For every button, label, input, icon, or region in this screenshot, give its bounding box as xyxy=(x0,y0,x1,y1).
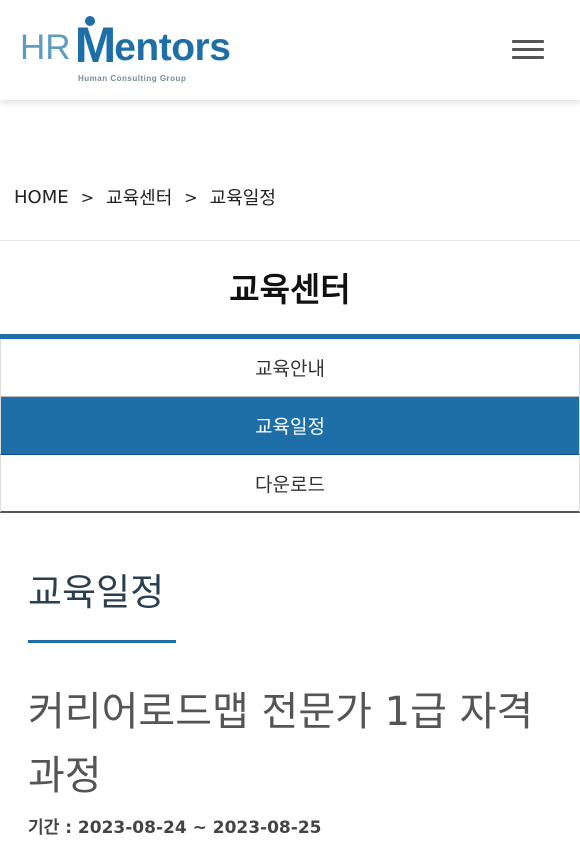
submenu: 교육안내 교육일정 다운로드 xyxy=(0,339,580,513)
logo-m-text: M xyxy=(74,17,117,73)
course-title: 커리어로드맵 전문가 1급 자격과정 xyxy=(28,689,534,799)
submenu-item-download[interactable]: 다운로드 xyxy=(0,455,580,513)
breadcrumb: HOME > 교육센터 > 교육일정 xyxy=(14,184,276,210)
logo-hr-text: HR xyxy=(20,28,71,67)
section-title: 교육센터 xyxy=(229,270,351,309)
page-heading: 교육일정 xyxy=(28,571,165,614)
logo-dot-icon xyxy=(84,16,95,26)
submenu-item-education-schedule[interactable]: 교육일정 xyxy=(0,397,580,455)
submenu-item-education-guide[interactable]: 교육안내 xyxy=(0,339,580,397)
course-period: 기간 : 2023-08-24 ~ 2023-08-25 xyxy=(28,818,322,838)
breadcrumb-separator: > xyxy=(184,187,198,207)
logo-rest-text: entors xyxy=(114,26,231,69)
logo-wordmark: HR M entors xyxy=(20,14,231,73)
site-header: HR M entors Human Consulting Group xyxy=(0,0,580,100)
breadcrumb-education-schedule[interactable]: 교육일정 xyxy=(210,184,276,210)
hr-mentors-logo[interactable]: HR M entors Human Consulting Group xyxy=(20,14,260,88)
logo-m-wrap: M xyxy=(74,16,117,73)
breadcrumb-home[interactable]: HOME xyxy=(14,187,69,208)
breadcrumb-separator: > xyxy=(80,187,95,207)
breadcrumb-education-center[interactable]: 교육센터 xyxy=(106,184,172,210)
section-title-box: 교육센터 xyxy=(0,240,580,337)
heading-underline xyxy=(28,640,176,643)
logo-subtitle: Human Consulting Group xyxy=(78,74,187,83)
hamburger-menu-icon[interactable] xyxy=(512,38,546,62)
